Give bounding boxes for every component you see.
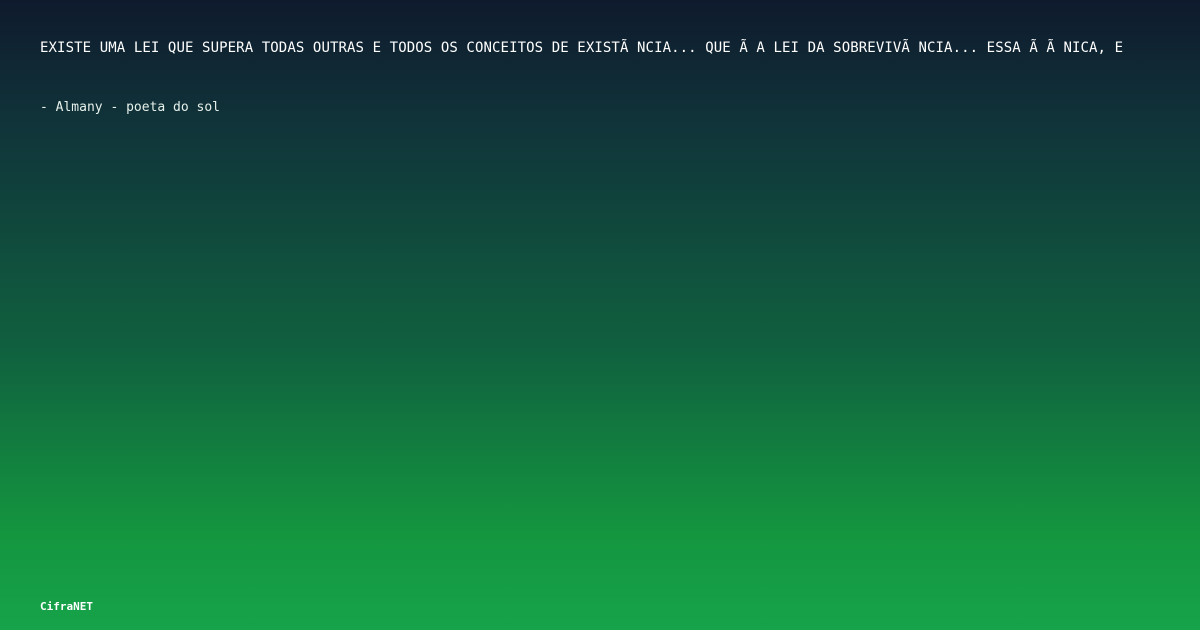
- quote-author: - Almany - poeta do sol: [40, 100, 221, 115]
- quote-text: EXISTE UMA LEI QUE SUPERA TODAS OUTRAS E…: [40, 40, 1124, 56]
- brand-logo-text: CifraNET: [40, 600, 93, 613]
